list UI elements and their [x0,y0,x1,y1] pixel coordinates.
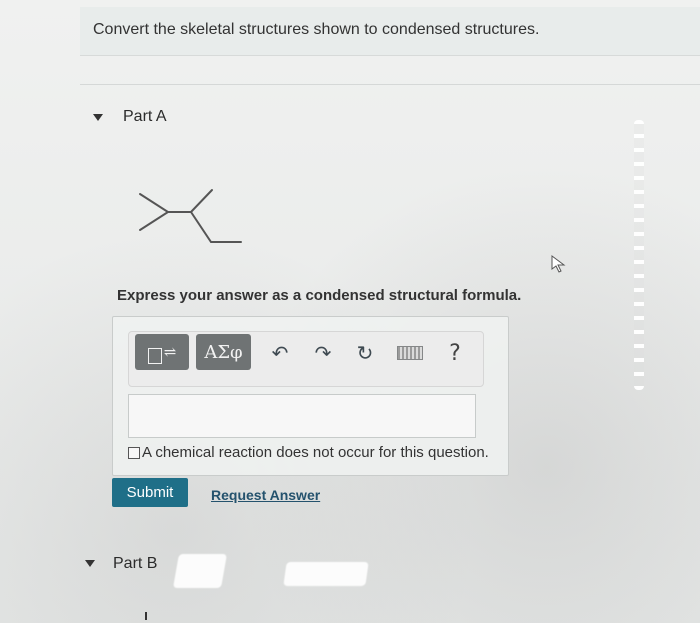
templates-box-icon [147,348,162,364]
part-a-title: Part A [123,108,167,125]
submit-button[interactable]: Submit [112,478,188,507]
part-b-expand-icon[interactable] [85,560,95,567]
undo-icon[interactable]: ↶ [267,340,293,366]
keyboard-shape [397,346,423,360]
part-a-collapse-icon[interactable] [93,114,103,121]
redo-icon[interactable]: ↷ [310,340,336,366]
reset-icon[interactable]: ↻ [352,340,378,366]
help-button[interactable]: ? [442,340,468,366]
templates-button[interactable]: ⇌ [135,334,189,370]
part-b-title: Part B [113,555,158,572]
answer-toolbar: ⇌ ΑΣφ ↶ ↷ ↻ ? [128,331,484,387]
answer-prompt: Express your answer as a condensed struc… [117,287,522,304]
condensed-formula-input[interactable] [128,394,476,438]
reaction-arrows-icon: ⇌ [163,342,177,361]
no-reaction-label: A chemical reaction does not occur for t… [142,444,489,461]
scrollbar-track[interactable] [634,120,644,390]
skeletal-structure [139,189,242,243]
no-reaction-option[interactable]: A chemical reaction does not occur for t… [128,444,489,461]
mouse-cursor-icon [551,255,566,273]
screen-background: Convert the skeletal structures shown to… [0,0,700,623]
screen-glare [283,562,369,586]
section-divider [80,84,700,85]
keyboard-icon[interactable] [397,340,423,366]
bottom-mark [145,612,147,620]
symbols-button[interactable]: ΑΣφ [196,334,251,370]
request-answer-link[interactable]: Request Answer [211,487,320,503]
instruction-banner: Convert the skeletal structures shown to… [80,7,700,56]
no-reaction-checkbox[interactable] [128,446,140,459]
instruction-text: Convert the skeletal structures shown to… [93,21,540,38]
screen-glare [173,554,227,588]
